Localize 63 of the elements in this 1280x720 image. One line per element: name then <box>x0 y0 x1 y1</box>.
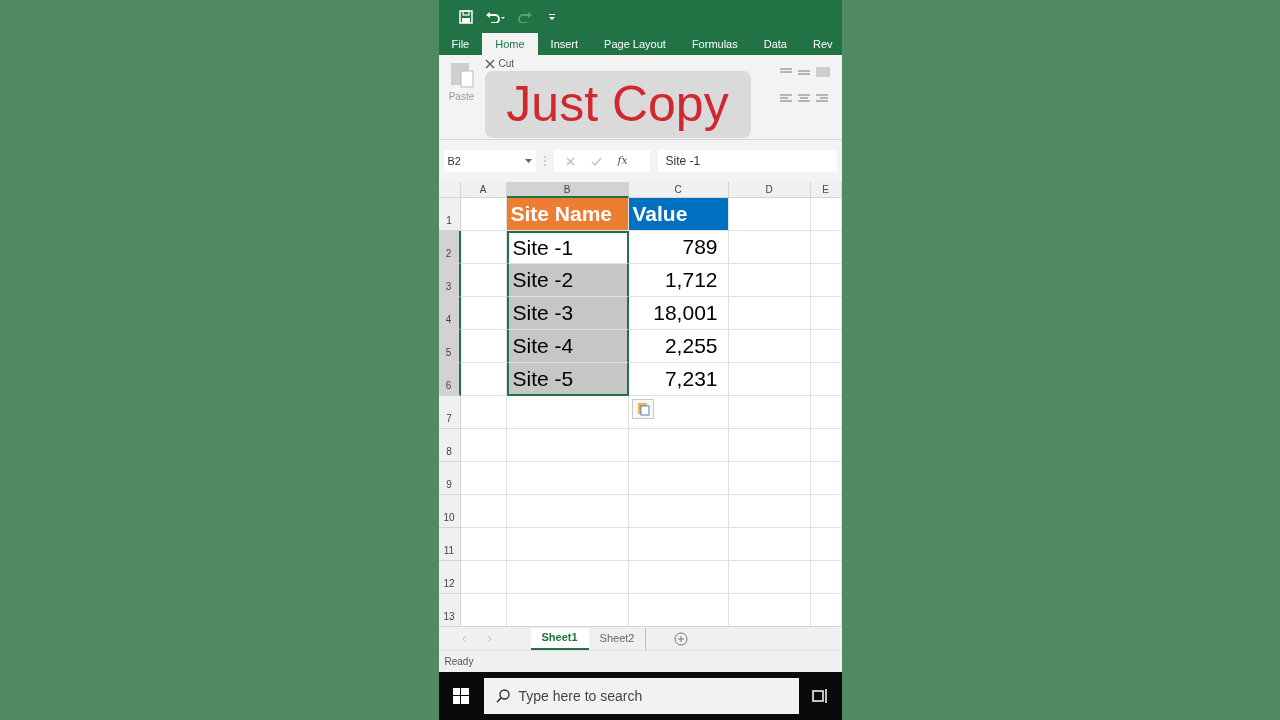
table-cell: 2,255 <box>628 330 729 363</box>
row-header[interactable]: 7 <box>438 396 461 429</box>
row-header[interactable]: 8 <box>438 429 461 462</box>
select-all-corner[interactable] <box>438 182 461 198</box>
check-icon[interactable] <box>590 156 602 166</box>
table-cell: Site -2 <box>506 264 629 297</box>
table-cell: 7,231 <box>628 363 729 396</box>
column-header[interactable]: D <box>728 182 811 198</box>
table-cell: 1,712 <box>628 264 729 297</box>
ribbon-tab[interactable]: Rev <box>799 33 842 55</box>
column-header[interactable]: B <box>506 182 629 198</box>
customize-icon[interactable] <box>548 12 555 21</box>
previous-sheet-icon[interactable] <box>462 635 467 642</box>
ribbon-tab[interactable]: Insert <box>537 33 592 55</box>
column-header[interactable]: C <box>628 182 729 198</box>
table-cell: Site -5 <box>506 363 629 396</box>
row-header[interactable]: 13 <box>438 594 461 626</box>
caption-overlay: Just Copy <box>484 71 751 138</box>
add-sheet-icon[interactable] <box>674 631 689 646</box>
cancel-icon[interactable] <box>565 156 575 166</box>
scissors-icon[interactable] <box>484 59 495 69</box>
status-text: Ready <box>444 655 474 669</box>
row-header[interactable]: 1 <box>438 198 461 231</box>
row-header[interactable]: 3 <box>438 264 461 297</box>
ribbon-tab[interactable]: Formulas <box>678 33 751 55</box>
formula-field[interactable]: Site -1 <box>657 150 837 172</box>
row-header[interactable]: 4 <box>438 297 461 330</box>
windows-icon[interactable] <box>453 688 469 704</box>
table-cell: 18,001 <box>628 297 729 330</box>
align-icon[interactable] <box>779 67 830 77</box>
column-header[interactable]: A <box>460 182 507 198</box>
search-icon <box>495 689 510 703</box>
table-cell: Site -3 <box>506 297 629 330</box>
ribbon-tab[interactable]: Data <box>750 33 800 55</box>
function-button[interactable]: fx <box>617 152 628 170</box>
row-header[interactable]: 5 <box>438 330 461 363</box>
grip-icon <box>543 156 546 166</box>
column-header[interactable]: E <box>810 182 842 198</box>
table-cell: Value <box>628 198 729 231</box>
row-header[interactable]: 2 <box>438 231 461 264</box>
row-header[interactable]: 9 <box>438 462 461 495</box>
table-cell: Site -4 <box>506 330 629 363</box>
ribbon-tab[interactable]: File <box>438 33 483 55</box>
ribbon-tab[interactable]: Home <box>482 33 538 55</box>
save-icon[interactable] <box>458 9 473 24</box>
row-header[interactable]: 11 <box>438 528 461 561</box>
taskbar-search-field[interactable]: Type here to search <box>483 678 799 714</box>
sheet-tab[interactable]: Sheet2 <box>588 627 647 650</box>
next-sheet-icon[interactable] <box>486 635 491 642</box>
table-cell: Site -1 <box>506 231 629 264</box>
row-header[interactable]: 12 <box>438 561 461 594</box>
ribbon-tab[interactable]: Page Layout <box>591 33 679 55</box>
row-header[interactable]: 10 <box>438 495 461 528</box>
row-header[interactable]: 6 <box>438 363 461 396</box>
undo-icon[interactable] <box>484 10 505 23</box>
task-view-icon[interactable] <box>812 689 828 703</box>
table-cell: 789 <box>628 231 729 264</box>
name-box[interactable]: B2 <box>443 150 536 172</box>
sheet-tab[interactable]: Sheet1 <box>530 627 589 650</box>
paste-options-icon[interactable] <box>631 399 654 419</box>
align-icon[interactable] <box>779 93 830 103</box>
table-cell: Site Name <box>506 198 629 231</box>
cut-label[interactable]: Cut <box>498 59 515 69</box>
